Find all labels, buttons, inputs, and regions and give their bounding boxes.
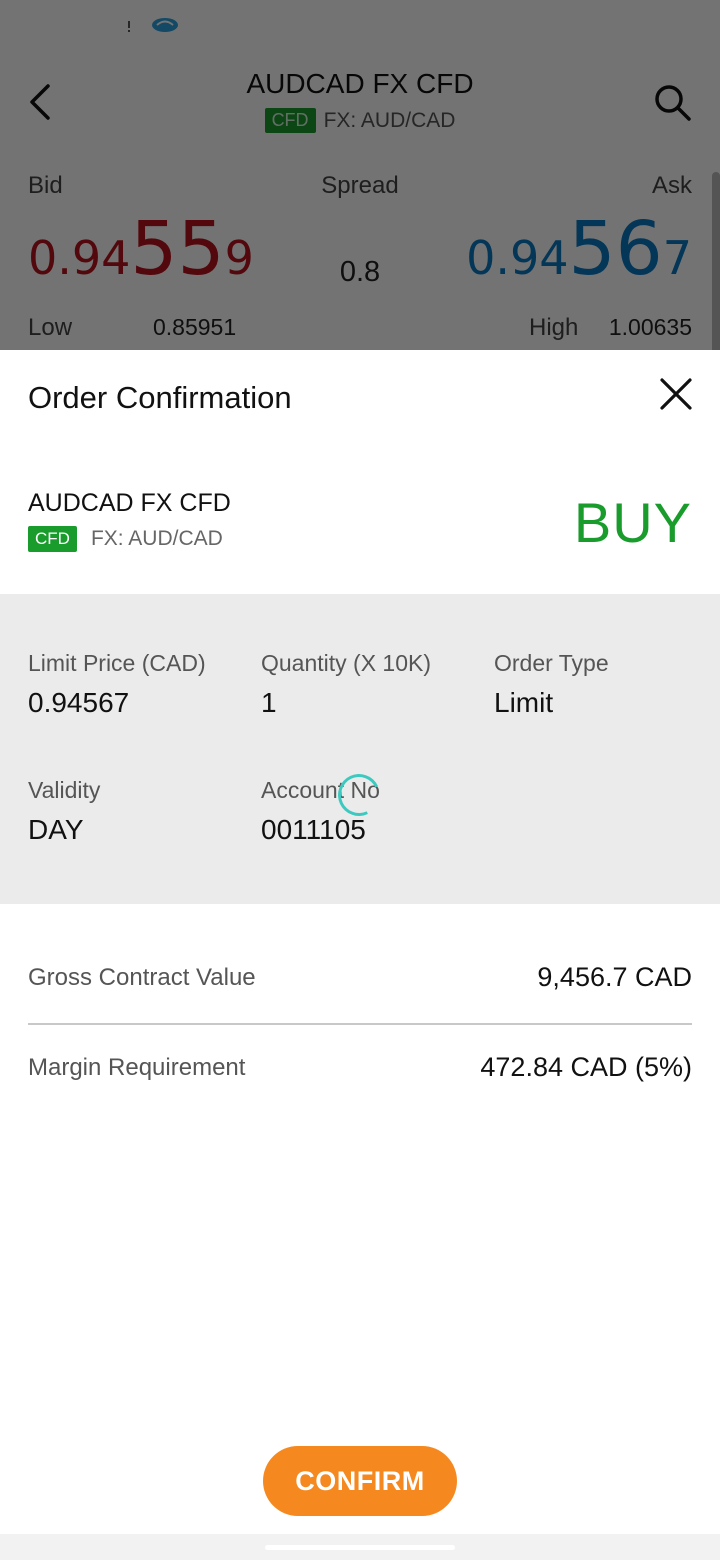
gross-contract-value: 9,456.7 CAD xyxy=(537,962,692,992)
order-type-value: Limit xyxy=(494,687,554,718)
limit-price-value: 0.94567 xyxy=(28,687,130,718)
ask-price-big: 56 xyxy=(568,206,663,292)
divider xyxy=(28,1023,692,1025)
instrument-market: FX: AUD/CAD xyxy=(90,527,223,550)
background-screen: 06:00 100% AUDCAD FX CFD CFD FX: AUD/CAD… xyxy=(0,0,720,350)
battery-percent: 100% xyxy=(588,10,658,40)
wifi-icon xyxy=(524,16,550,37)
app-icon xyxy=(189,12,213,36)
instrument-subtitle: CFD FX: AUD/CAD xyxy=(28,526,223,552)
status-time: 06:00 xyxy=(42,10,110,40)
order-confirmation-sheet: Order Confirmation AUDCAD FX CFD CFD FX:… xyxy=(0,350,720,1560)
order-type-label: Order Type xyxy=(494,650,609,676)
page-title: AUDCAD FX CFD xyxy=(246,68,474,99)
scrollbar[interactable] xyxy=(712,172,720,350)
cloud-icon xyxy=(152,18,178,32)
high-label: High xyxy=(529,314,579,341)
quantity-value: 1 xyxy=(261,687,277,718)
cfd-badge: CFD xyxy=(264,108,316,133)
ask-price-prefix: 0.94 xyxy=(466,231,569,285)
order-details-panel: Limit Price (CAD) 0.94567 Quantity (X 10… xyxy=(0,594,720,904)
battery-icon xyxy=(666,10,680,38)
dot-icon xyxy=(225,20,233,28)
ask-price-suffix: 7 xyxy=(662,231,692,285)
close-icon[interactable] xyxy=(656,374,696,414)
margin-value: 472.84 CAD (5%) xyxy=(480,1052,692,1082)
gross-contract-label: Gross Contract Value xyxy=(28,963,256,991)
limit-price-field: Limit Price (CAD) 0.94567 xyxy=(28,650,206,719)
signal-icon xyxy=(559,16,581,36)
order-type-field: Order Type Limit xyxy=(494,650,609,719)
instrument-cfd-badge: CFD xyxy=(28,526,77,552)
margin-label: Margin Requirement xyxy=(28,1053,246,1081)
search-icon[interactable] xyxy=(652,82,692,122)
validity-field: Validity DAY xyxy=(28,777,100,846)
ask-label: Ask xyxy=(651,172,692,199)
ask-price[interactable]: 0.94567 xyxy=(466,206,692,292)
high-value: 1.00635 xyxy=(608,314,692,340)
status-bar: 06:00 100% xyxy=(0,0,720,54)
validity-label: Validity xyxy=(28,777,101,803)
low-label: Low xyxy=(28,314,73,341)
margin-row: Margin Requirement 472.84 CAD (5%) xyxy=(28,1052,692,1083)
confirm-button[interactable]: CONFIRM xyxy=(263,1446,457,1516)
home-handle[interactable] xyxy=(265,1545,455,1550)
page-subtitle-text: FX: AUD/CAD xyxy=(323,108,456,132)
quantity-label: Quantity (X 10K) xyxy=(261,650,432,676)
limit-price-label: Limit Price (CAD) xyxy=(28,650,206,676)
gross-contract-row: Gross Contract Value 9,456.7 CAD xyxy=(28,962,692,993)
sheet-title: Order Confirmation xyxy=(28,380,292,415)
account-value: 0011105 xyxy=(261,814,366,845)
page-subtitle: CFD FX: AUD/CAD xyxy=(0,108,720,133)
warning-icon xyxy=(118,14,140,34)
spread-label: Spread xyxy=(321,172,399,199)
validity-value: DAY xyxy=(28,814,84,845)
key-icon xyxy=(489,19,515,32)
order-side-label: BUY xyxy=(573,491,692,554)
low-value: 0.85951 xyxy=(153,314,237,340)
instrument-name: AUDCAD FX CFD xyxy=(28,489,231,517)
quantity-field: Quantity (X 10K) 1 xyxy=(261,650,431,719)
